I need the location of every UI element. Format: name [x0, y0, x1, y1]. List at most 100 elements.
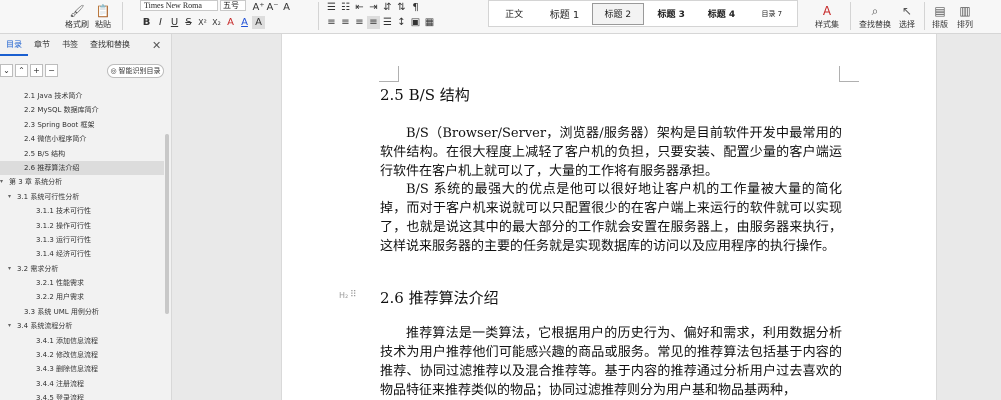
toc-item-label: 3.2.2 用户需求	[36, 293, 85, 302]
nav-scrollbar[interactable]	[165, 134, 169, 314]
toc-item-label: 2.1 Java 技术简介	[24, 92, 83, 100]
margin-mark-top-right	[839, 66, 859, 82]
tab-find-replace[interactable]: 查找和替换	[84, 34, 136, 56]
toc-item-label: 3.1 系统可行性分析	[17, 192, 80, 201]
drag-handle-icon[interactable]: ⠿	[350, 290, 357, 300]
toc-item[interactable]: 2.6 推荐算法介绍	[0, 160, 164, 176]
smart-toc-button[interactable]: ◎ 智能识别目录	[107, 64, 164, 78]
highlight-button[interactable]: A	[224, 16, 237, 29]
toc-item[interactable]: 3.1.4 经济可行性	[0, 247, 164, 261]
toc-item[interactable]: 3.1.1 技术可行性	[0, 204, 164, 218]
show-marks-icon[interactable]: ¶	[409, 1, 422, 14]
border-icon[interactable]: ▦	[423, 16, 436, 29]
section-heading-2-5[interactable]: 2.5 B/S 结构	[380, 84, 470, 105]
align-justify-icon[interactable]: ≡	[367, 15, 380, 29]
align-left-icon[interactable]: ≡	[325, 16, 338, 29]
tab-bookmarks[interactable]: 书签	[56, 34, 84, 56]
expand-caret-icon[interactable]: ▾	[8, 190, 11, 204]
find-replace-button[interactable]: ⌕ 查找替换	[856, 0, 894, 30]
layout-button[interactable]: ▤ 排版	[930, 0, 950, 30]
style-heading-4[interactable]: 标题 4	[696, 3, 746, 25]
char-shade-button[interactable]: A	[252, 15, 265, 29]
style-set-button[interactable]: A 样式集	[812, 0, 842, 30]
chevron-up-icon[interactable]: ⌃	[15, 64, 28, 77]
underline-button[interactable]: U	[168, 16, 181, 29]
toc-item[interactable]: 2.5 B/S 结构	[0, 147, 164, 161]
toc-item[interactable]: 2.2 MySQL 数据库简介	[0, 103, 164, 117]
toc-item[interactable]: 3.1.3 运行可行性	[0, 233, 164, 247]
document-page[interactable]: 2.5 B/S 结构 B/S（Browser/Server，浏览器/服务器）架构…	[281, 34, 937, 400]
toc-item[interactable]: 2.1 Java 技术简介	[0, 89, 164, 103]
strikethrough-button[interactable]: S	[182, 16, 195, 29]
subscript-button[interactable]: X₂	[210, 16, 223, 29]
shading-icon[interactable]: ▣	[409, 16, 422, 29]
font-size-select[interactable]: 五号	[220, 0, 246, 11]
toc-item[interactable]: 3.1.2 操作可行性	[0, 219, 164, 233]
style-heading-1[interactable]: 标题 1	[539, 3, 589, 25]
style-toc-7[interactable]: 目录 7	[747, 3, 797, 25]
ribbon-divider	[122, 2, 123, 30]
paste-button[interactable]: 📋 粘贴	[92, 0, 114, 30]
section-heading-2-6[interactable]: 2.6 推荐算法介绍	[380, 287, 499, 308]
format-painter-button[interactable]: 🖌 格式刷	[64, 0, 90, 30]
italic-button[interactable]: I	[154, 16, 167, 29]
toc-item[interactable]: 3.2.1 性能需求	[0, 276, 164, 290]
clear-format-button[interactable]: A	[280, 1, 293, 14]
paragraph[interactable]: 推荐算法是一类算法，它根据用户的历史行为、偏好和需求，利用数据分析技术为用户推荐…	[380, 324, 842, 400]
toc-item[interactable]: ▾ 3.2 需求分析	[0, 262, 164, 276]
font-color-button[interactable]: A	[238, 16, 251, 29]
toc-item[interactable]: 3.4.3 删除信息流程	[0, 362, 164, 376]
expand-caret-icon[interactable]: ▾	[0, 175, 3, 189]
toc-item[interactable]: ▾ 3.1 系统可行性分析	[0, 190, 164, 204]
toc-item[interactable]: 3.4.4 注册流程	[0, 377, 164, 391]
bullet-list-icon[interactable]: ☰	[325, 1, 338, 14]
toc-item[interactable]: 2.4 微信小程序简介	[0, 132, 164, 146]
ribbon-divider	[924, 2, 925, 30]
toc-item[interactable]: ▾ 第 3 章 系统分析	[0, 175, 164, 189]
chinese-layout-icon[interactable]: ⇵	[381, 1, 394, 14]
paragraph-align-tools: ≡ ≡ ≡ ≡ ☰ ↕ ▣ ▦	[325, 15, 436, 29]
toc-item-label: 3.4.5 登录流程	[36, 394, 85, 400]
distribute-icon[interactable]: ☰	[381, 16, 394, 29]
toc-item[interactable]: ▾ 3.4 系统流程分析	[0, 319, 164, 333]
toc-item-label: 2.3 Spring Boot 框架	[24, 120, 95, 129]
toc-item[interactable]: 2.3 Spring Boot 框架	[0, 118, 164, 132]
add-icon[interactable]: +	[30, 64, 43, 77]
toc-item-label: 3.1.2 操作可行性	[36, 221, 92, 230]
close-icon[interactable]: ✕	[152, 39, 161, 52]
paragraph[interactable]: B/S（Browser/Server，浏览器/服务器）架构是目前软件开发中最常用…	[380, 124, 842, 181]
numbered-list-icon[interactable]: ☷	[339, 1, 352, 14]
tab-chapters[interactable]: 章节	[28, 34, 56, 56]
expand-caret-icon[interactable]: ▾	[8, 319, 11, 333]
select-button[interactable]: ↖ 选择	[896, 0, 918, 30]
toc-item[interactable]: 3.3 系统 UML 用例分析	[0, 305, 164, 319]
navigation-pane: 目录 章节 书签 查找和替换 ✕ ⌄ ⌃ + − ◎ 智能识别目录 2.1 Ja…	[0, 34, 172, 400]
align-center-icon[interactable]: ≡	[339, 16, 352, 29]
paragraph[interactable]: B/S 系统的最强大的优点是他可以很好地让客户机的工作量被大量的简化掉，而对于客…	[380, 180, 842, 256]
align-right-icon[interactable]: ≡	[353, 16, 366, 29]
arrange-button[interactable]: ▥ 排列	[954, 0, 976, 30]
bold-button[interactable]: B	[140, 16, 153, 29]
sort-icon[interactable]: ⇅	[395, 1, 408, 14]
toc-item-label: 3.1.1 技术可行性	[36, 207, 92, 216]
toc-tools: ⌄ ⌃ + −	[0, 64, 58, 78]
chevron-down-icon[interactable]: ⌄	[0, 64, 13, 77]
increase-indent-icon[interactable]: ⇥	[367, 1, 380, 14]
tab-toc[interactable]: 目录	[0, 34, 28, 56]
toc-item-label: 3.2 需求分析	[17, 264, 59, 273]
style-heading-2[interactable]: 标题 2	[591, 2, 644, 25]
toc-item[interactable]: 3.4.2 修改信息流程	[0, 348, 164, 362]
font-name-select[interactable]: Times New Roma	[140, 0, 218, 11]
toc-item[interactable]: 3.4.1 添加信息流程	[0, 334, 164, 348]
grow-font-button[interactable]: A⁺	[252, 1, 265, 14]
decrease-indent-icon[interactable]: ⇤	[353, 1, 366, 14]
toc-item[interactable]: 3.2.2 用户需求	[0, 290, 164, 304]
shrink-font-button[interactable]: A⁻	[266, 1, 279, 14]
toc-item[interactable]: 3.4.5 登录流程	[0, 391, 164, 400]
style-heading-3[interactable]: 标题 3	[646, 3, 696, 25]
expand-caret-icon[interactable]: ▾	[8, 262, 11, 276]
superscript-button[interactable]: X²	[196, 16, 209, 29]
remove-icon[interactable]: −	[45, 64, 58, 77]
style-normal[interactable]: 正文	[489, 3, 539, 25]
line-spacing-icon[interactable]: ↕	[395, 16, 408, 29]
